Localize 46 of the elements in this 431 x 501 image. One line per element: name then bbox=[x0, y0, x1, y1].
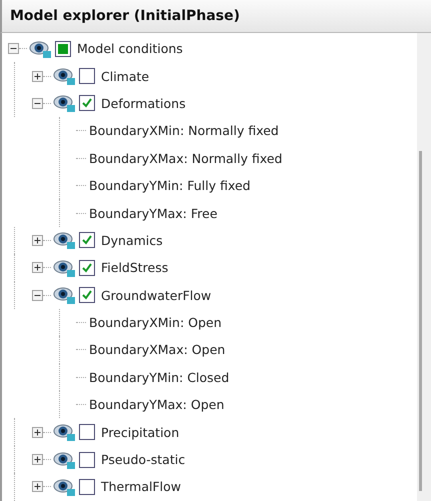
eye-icon[interactable] bbox=[53, 231, 75, 250]
checkbox[interactable] bbox=[79, 287, 95, 304]
tree-item[interactable]: BoundaryXMin: Normally fixed bbox=[89, 123, 279, 138]
checkbox[interactable] bbox=[79, 452, 95, 468]
expand-toggle[interactable] bbox=[32, 234, 43, 246]
eye-icon[interactable] bbox=[53, 450, 75, 469]
expand-toggle[interactable] bbox=[32, 426, 43, 438]
eye-icon[interactable] bbox=[53, 258, 75, 277]
panel-title: Model explorer (InitialPhase) bbox=[0, 0, 431, 33]
expand-toggle[interactable] bbox=[32, 454, 43, 466]
tree-item[interactable]: FieldStress bbox=[101, 260, 168, 276]
checkbox[interactable] bbox=[55, 40, 71, 57]
eye-icon[interactable] bbox=[53, 67, 75, 86]
tree-item[interactable]: Dynamics bbox=[101, 232, 163, 248]
tree-item[interactable]: BoundaryXMax: Open bbox=[89, 342, 226, 358]
checkbox[interactable] bbox=[79, 68, 95, 84]
checkbox[interactable] bbox=[79, 424, 95, 440]
eye-icon[interactable] bbox=[53, 286, 75, 304]
tree-item[interactable]: Deformations bbox=[101, 96, 186, 111]
tree-item[interactable]: GroundwaterFlow bbox=[101, 288, 212, 303]
tree-item[interactable]: BoundaryXMax: Normally fixed bbox=[89, 150, 282, 166]
checkbox[interactable] bbox=[79, 260, 95, 276]
eye-icon[interactable] bbox=[29, 40, 51, 58]
tree-item[interactable]: Precipitation bbox=[101, 424, 180, 440]
eye-icon[interactable] bbox=[53, 478, 75, 496]
tree-item[interactable]: Model conditions bbox=[77, 41, 183, 56]
expand-toggle[interactable] bbox=[8, 43, 19, 54]
eye-icon[interactable] bbox=[53, 423, 75, 442]
eye-icon[interactable] bbox=[53, 94, 75, 112]
tree-item[interactable]: Climate bbox=[101, 68, 150, 84]
checkbox[interactable] bbox=[79, 478, 95, 495]
expand-toggle[interactable] bbox=[32, 290, 43, 301]
tree-item[interactable]: Pseudo-static bbox=[101, 452, 186, 468]
tree-item[interactable]: ThermalFlow bbox=[101, 479, 182, 494]
scrollbar[interactable] bbox=[417, 33, 431, 501]
tree-item[interactable]: BoundaryYMax: Open bbox=[89, 397, 224, 412]
tree-item[interactable]: BoundaryXMin: Open bbox=[89, 315, 222, 330]
expand-toggle[interactable] bbox=[32, 98, 43, 109]
expand-toggle[interactable] bbox=[32, 262, 43, 274]
tree-item[interactable]: BoundaryYMax: Free bbox=[89, 206, 218, 221]
checkbox[interactable] bbox=[79, 232, 95, 248]
expand-toggle[interactable] bbox=[32, 70, 43, 82]
expand-toggle[interactable] bbox=[32, 481, 43, 492]
checkbox[interactable] bbox=[79, 95, 95, 112]
tree-item[interactable]: BoundaryYMin: Fully fixed bbox=[89, 178, 250, 194]
tree-item[interactable]: BoundaryYMin: Closed bbox=[89, 370, 230, 385]
